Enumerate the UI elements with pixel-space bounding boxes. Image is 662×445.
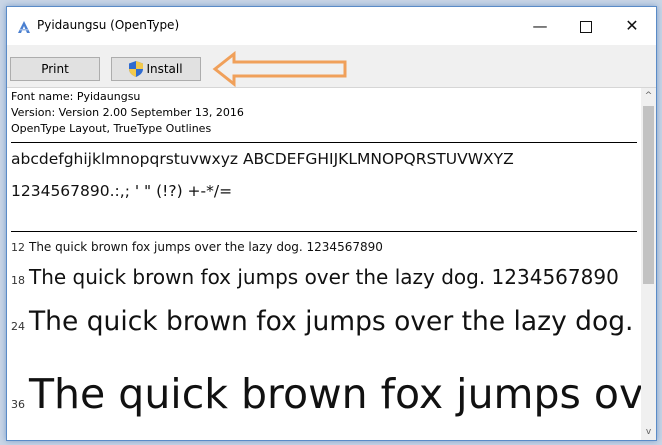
sample-row-24: 24 The quick brown fox jumps over the laz… xyxy=(11,306,656,337)
scroll-up-button[interactable]: ^ xyxy=(641,88,656,104)
chevron-up-icon: ^ xyxy=(644,91,653,101)
maximize-button[interactable] xyxy=(563,7,609,45)
install-label: Install xyxy=(146,62,183,76)
annotation-arrow-icon xyxy=(212,51,347,87)
font-name: Font name: Pyidaungsu xyxy=(11,90,141,103)
divider xyxy=(11,231,637,232)
install-button[interactable]: Install xyxy=(111,57,201,81)
uac-shield-icon xyxy=(129,61,144,77)
sample-row-36: 36 The quick brown fox jumps over the laz… xyxy=(11,370,656,418)
font-viewer-window: Pyidaungsu (OpenType) — ✕ Print Install … xyxy=(6,6,657,441)
scrollbar-thumb[interactable] xyxy=(643,106,654,284)
close-icon: ✕ xyxy=(625,16,639,35)
digits-sample: 1234567890.:,; ' " (!?) +-*/= xyxy=(11,182,233,200)
maximize-icon xyxy=(580,20,592,33)
close-button[interactable]: ✕ xyxy=(609,7,655,45)
chevron-down-icon: v xyxy=(645,427,652,437)
print-button[interactable]: Print xyxy=(10,57,100,81)
size-label: 18 xyxy=(11,274,25,287)
font-info: Font name: Pyidaungsu Version: Version 2… xyxy=(11,89,244,137)
minimize-icon: — xyxy=(532,17,548,35)
alphabet-sample: abcdefghijklmnopqrstuvwxyz ABCDEFGHIJKLM… xyxy=(11,150,514,168)
scroll-down-button[interactable]: v xyxy=(641,424,656,440)
sample-text: The quick brown fox jumps over the lazy … xyxy=(29,306,656,337)
font-app-icon xyxy=(18,21,30,33)
size-label: 12 xyxy=(11,241,25,254)
preview-pane: Font name: Pyidaungsu Version: Version 2… xyxy=(7,88,656,440)
sample-row-12: 12 The quick brown fox jumps over the laz… xyxy=(11,240,383,254)
size-label: 36 xyxy=(11,398,25,411)
font-outline-type: OpenType Layout, TrueType Outlines xyxy=(11,122,212,135)
minimize-button[interactable]: — xyxy=(517,7,563,45)
divider xyxy=(11,142,637,143)
toolbar: Print Install xyxy=(7,45,656,88)
font-version: Version: Version 2.00 September 13, 2016 xyxy=(11,106,244,119)
sample-row-18: 18 The quick brown fox jumps over the laz… xyxy=(11,265,619,289)
title-bar[interactable]: Pyidaungsu (OpenType) — ✕ xyxy=(7,7,656,45)
sample-text: The quick brown fox jumps over the lazy … xyxy=(29,240,383,254)
vertical-scrollbar[interactable]: ^ v xyxy=(641,88,656,440)
size-label: 24 xyxy=(11,320,25,333)
sample-text: The quick brown fox jumps over the lazy … xyxy=(29,370,656,418)
sample-text: The quick brown fox jumps over the lazy … xyxy=(29,265,619,289)
window-title: Pyidaungsu (OpenType) xyxy=(37,18,180,32)
